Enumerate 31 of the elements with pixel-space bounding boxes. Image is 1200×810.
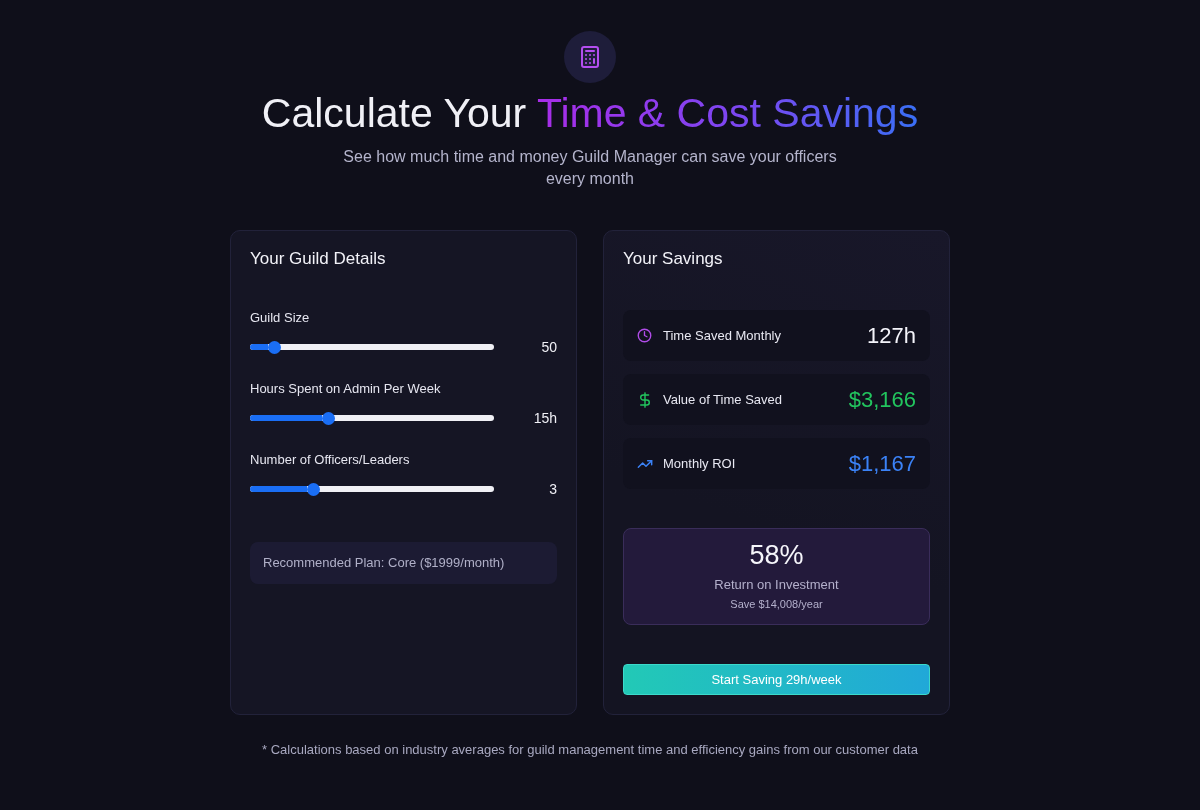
slider-value: 15h [533,409,557,428]
slider-label: Guild Size [250,309,311,327]
footnote: * Calculations based on industry averages for guild management time and efficiency gains from our customer data [262,741,918,759]
roi-percentage: 58% [749,539,804,571]
card-title: Your Savings [623,248,724,270]
slider-thumb[interactable] [267,340,281,354]
card-title: Your Guild Details [250,248,387,270]
metric-label: Value of Time Saved [663,390,782,409]
recommended-plan: Recommended Plan: Core ($1999/month) [250,542,557,584]
slider-fill [250,486,307,492]
page-subtitle: See how much time and money Guild Manager can save your officers every month [342,147,838,189]
slider-thumb[interactable] [306,482,320,496]
trend-up-icon [636,458,653,469]
slider-thumb[interactable] [321,411,335,425]
metric-value: $1,167 [848,449,916,478]
dollar-icon [639,391,650,408]
roi-label: Return on Investment [714,576,839,594]
slider-label: Number of Officers/Leaders [250,451,411,469]
slider-fill [250,344,268,350]
slider-value: 50 [541,338,557,357]
clock-icon [637,328,652,343]
slider-fill [250,415,322,421]
slider-value: 3 [549,480,557,499]
metric-value: $3,166 [848,385,916,414]
slider-label: Hours Spent on Admin Per Week [250,380,442,398]
start-saving-button[interactable]: Start Saving 29h/week [623,664,930,695]
metric-label: Time Saved Monthly [663,326,781,345]
metric-value: 127h [867,321,916,350]
calculator-icon [564,31,616,83]
yearly-savings: Save $14,008/year [730,597,823,611]
metric-label: Monthly ROI [663,454,736,473]
